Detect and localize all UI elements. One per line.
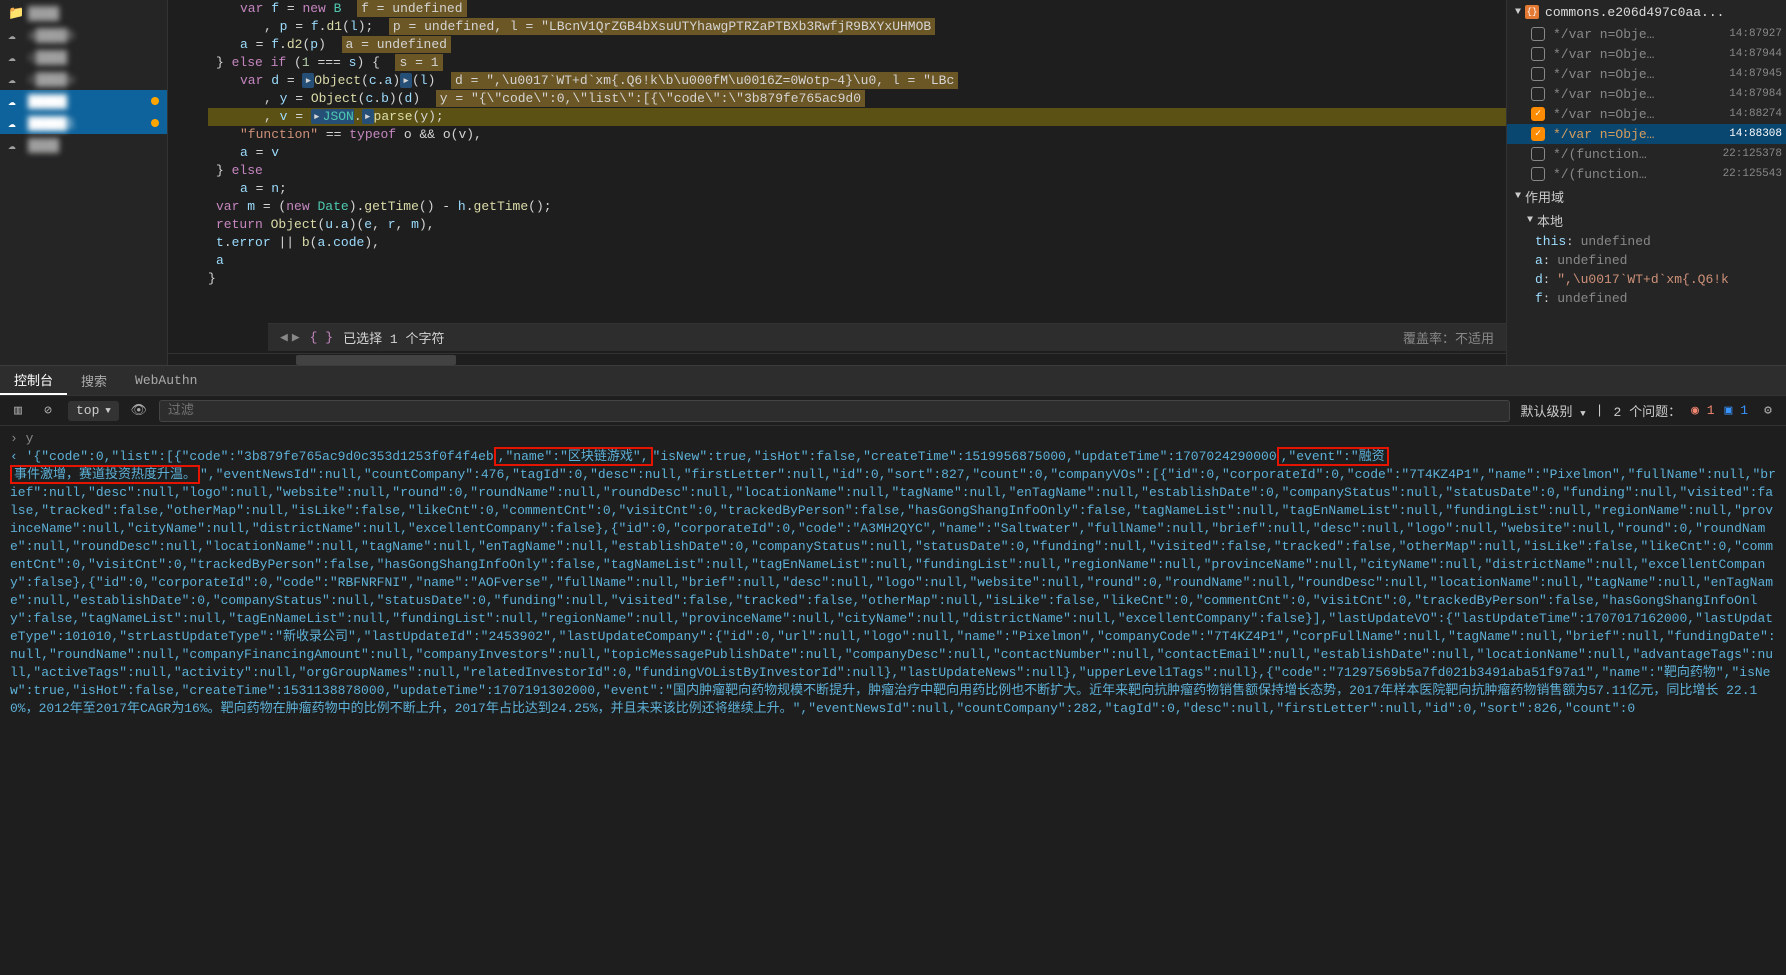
- cloud-icon: ☁: [8, 116, 24, 131]
- breakpoint-item[interactable]: */var n=Obje…14:87944: [1507, 44, 1786, 64]
- breakpoint-item[interactable]: */(function…22:125543: [1507, 164, 1786, 184]
- checkbox[interactable]: [1531, 147, 1545, 161]
- scope-variable[interactable]: d: ",\u0017`WT+d`xm{.Q6!k: [1507, 270, 1786, 289]
- breakpoint-item[interactable]: */var n=Obje…14:87927: [1507, 24, 1786, 44]
- breakpoint-item[interactable]: ✓*/var n=Obje…14:88308: [1507, 124, 1786, 144]
- checkbox[interactable]: [1531, 67, 1545, 81]
- breakpoint-item[interactable]: */var n=Obje…14:87984: [1507, 84, 1786, 104]
- filter-input[interactable]: [159, 400, 1511, 422]
- chevron-left-icon[interactable]: ◀: [280, 330, 288, 345]
- checkbox[interactable]: [1531, 27, 1545, 41]
- inline-value: d = ",\u0017`WT+d`xm{.Q6!k\b\u000fM\u001…: [451, 72, 958, 89]
- debug-file-header[interactable]: ▼ {} commons.e206d497c0aa...: [1507, 0, 1786, 24]
- cloud-icon: ☁: [8, 72, 24, 87]
- inline-value: y = "{\"code\":0,\"list\":[{\"code\":\"3…: [436, 90, 865, 107]
- console-toolbar: ▥ ⊘ top ▼ 👁 默认级别 ▼ | 2 个问题： ◉ 1 ▣ 1 ⚙: [0, 396, 1786, 426]
- local-header[interactable]: ▼本地: [1507, 208, 1786, 232]
- inline-value: s = 1: [395, 54, 442, 71]
- file-tree-item[interactable]: ☁█████1: [0, 112, 167, 134]
- selection-status: 已选择 1 个字符: [343, 328, 444, 347]
- inline-value: p = undefined, l = "LBcnV1QrZGB4bXsuUTYh…: [389, 18, 935, 35]
- scope-variable[interactable]: this: undefined: [1507, 232, 1786, 251]
- file-tree-item[interactable]: ☁█████: [0, 90, 167, 112]
- console-tab[interactable]: WebAuthn: [121, 366, 211, 395]
- file-tree-item[interactable]: ☁c████u: [0, 68, 167, 90]
- error-badge[interactable]: ◉ 1: [1691, 403, 1714, 418]
- issues-label: 2 个问题：: [1613, 401, 1681, 420]
- scope-header[interactable]: ▼作用域: [1507, 184, 1786, 208]
- context-select[interactable]: top ▼: [68, 401, 119, 421]
- eye-icon[interactable]: 👁: [129, 401, 149, 421]
- file-tree-item[interactable]: 📁████: [0, 2, 167, 24]
- cloud-icon: ☁: [8, 138, 24, 153]
- braces-icon[interactable]: { }: [310, 330, 333, 345]
- file-tree-item[interactable]: ☁████: [0, 134, 167, 156]
- inline-value: a = undefined: [342, 36, 451, 53]
- info-badge[interactable]: ▣ 1: [1725, 403, 1748, 418]
- checkbox[interactable]: ✓: [1531, 107, 1545, 121]
- debug-panel: ▼ {} commons.e206d497c0aa... */var n=Obj…: [1506, 0, 1786, 365]
- highlight-box-3: 事件激增，赛道投资热度升温。: [10, 465, 200, 484]
- console-prompt: › y: [10, 430, 1776, 448]
- highlight-box-2: ,"event":"融资: [1277, 447, 1389, 466]
- file-tree-item[interactable]: ☁c████: [0, 46, 167, 68]
- inline-value: f = undefined: [357, 0, 466, 17]
- breakpoint-item[interactable]: ✓*/var n=Obje…14:88274: [1507, 104, 1786, 124]
- console-tab[interactable]: 控制台: [0, 366, 67, 395]
- scope-variable[interactable]: a: undefined: [1507, 251, 1786, 270]
- console-tabs: 控制台搜索WebAuthn: [0, 366, 1786, 396]
- checkbox[interactable]: [1531, 47, 1545, 61]
- clear-console-icon[interactable]: ⊘: [38, 401, 58, 421]
- checkbox[interactable]: ✓: [1531, 127, 1545, 141]
- breakpoint-item[interactable]: */(function…22:125378: [1507, 144, 1786, 164]
- level-select[interactable]: 默认级别 ▼: [1520, 401, 1585, 420]
- file-tree-item[interactable]: ☁a████b: [0, 24, 167, 46]
- breakpoint-item[interactable]: */var n=Obje…14:87945: [1507, 64, 1786, 84]
- highlight-box-1: ,"name":"区块链游戏",: [494, 447, 653, 466]
- scope-variable[interactable]: f: undefined: [1507, 289, 1786, 308]
- chevron-right-icon[interactable]: ▶: [292, 330, 300, 345]
- parse-fn: parse: [374, 109, 413, 124]
- checkbox[interactable]: [1531, 167, 1545, 181]
- settings-icon[interactable]: ⚙: [1758, 401, 1778, 421]
- console-tab[interactable]: 搜索: [67, 366, 121, 395]
- cloud-icon: ☁: [8, 50, 24, 65]
- sidebar-toggle-icon[interactable]: ▥: [8, 401, 28, 421]
- folder-icon: 📁: [8, 6, 24, 21]
- coverage-status: 覆盖率：不适用: [1403, 328, 1494, 347]
- file-icon: {}: [1525, 5, 1539, 19]
- horizontal-scrollbar[interactable]: [168, 353, 1506, 365]
- code-editor[interactable]: var f = new B f = undefined , p = f.d1(l…: [168, 0, 1506, 365]
- console-json-output: ‹ '{"code":0,"list":[{"code":"3b879fe765…: [10, 448, 1776, 718]
- console-output[interactable]: › y ‹ '{"code":0,"list":[{"code":"3b879f…: [0, 426, 1786, 975]
- cloud-icon: ☁: [8, 28, 24, 43]
- cloud-icon: ☁: [8, 94, 24, 109]
- checkbox[interactable]: [1531, 87, 1545, 101]
- file-tree: 📁████☁a████b☁c████☁c████u☁█████☁█████1☁█…: [0, 0, 168, 365]
- json-token: JSON: [323, 109, 354, 124]
